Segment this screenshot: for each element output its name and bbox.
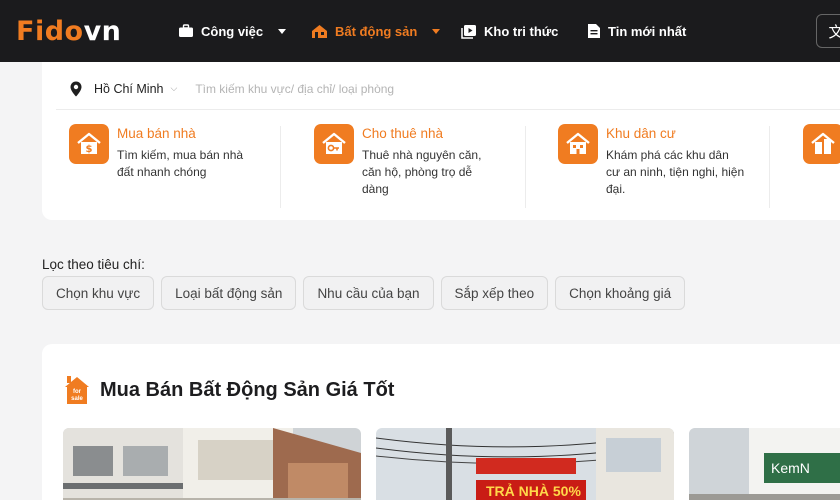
language-button[interactable]: 文 <box>816 14 840 48</box>
chevron-down-icon[interactable]: ⌵ <box>170 83 177 94</box>
for-sale-icon: for sale <box>64 374 90 406</box>
category-mua-ban-nha[interactable]: $ Mua bán nhà Tìm kiếm, mua bán nhà đất … <box>69 124 269 181</box>
chevron-down-icon <box>278 28 287 34</box>
listing-photo[interactable] <box>63 428 361 500</box>
category-title: Mua bán nhà <box>117 126 196 141</box>
location-pin-icon <box>70 81 82 96</box>
building-icon <box>803 124 840 164</box>
nav-item-label: Tin mới nhất <box>608 23 687 39</box>
nav-item-tin-moi-nhat[interactable]: Tin mới nhất <box>587 20 686 42</box>
filter-chips: Chọn khu vực Loại bất động sản Nhu cầu c… <box>42 276 686 310</box>
divider <box>525 126 526 208</box>
top-navigation-bar: Fido vn Công việc Bất động sản Kho tri th… <box>0 0 840 62</box>
key-house-icon <box>314 124 354 164</box>
listing-section: for sale Mua Bán Bất Động Sản Giá Tốt TR… <box>42 344 840 500</box>
nav-item-label: Công việc <box>201 23 264 39</box>
filter-chip-area[interactable]: Chọn khu vực <box>42 276 155 310</box>
listing-photo[interactable]: KemN <box>689 428 840 500</box>
photo-sign-text: KemN <box>771 460 810 476</box>
category-description: Khám phá các khu dân cư an ninh, tiện ng… <box>606 148 745 196</box>
filter-chip-price-range[interactable]: Chọn khoảng giá <box>555 276 686 310</box>
filter-chip-needs[interactable]: Nhu cầu của bạn <box>303 276 434 310</box>
category-khu-dan-cu[interactable]: Khu dân cư Khám phá các khu dân cư an ni… <box>558 124 758 198</box>
nav-item-cong-viec[interactable]: Công việc <box>178 20 287 42</box>
category-title: Cho thuê nhà <box>362 126 444 141</box>
nav-item-bat-dong-san[interactable]: Bất động sản <box>311 20 441 42</box>
for-sale-badge-text: for sale <box>71 389 83 402</box>
divider <box>280 126 281 208</box>
nav-item-kho-tri-thuc[interactable]: Kho tri thức <box>461 20 558 42</box>
category-description: Tìm kiếm, mua bán nhà đất nhanh chóng <box>117 148 244 179</box>
briefcase-icon <box>179 24 193 37</box>
svg-text:$: $ <box>86 144 93 155</box>
nav-item-label: Kho tri thức <box>484 23 559 39</box>
section-header: for sale Mua Bán Bất Động Sản Giá Tốt <box>64 374 394 406</box>
category-title: Khu dân cư <box>606 126 676 141</box>
residential-house-icon <box>558 124 598 164</box>
filter-heading: Lọc theo tiêu chí: <box>42 257 145 272</box>
dollar-house-icon: $ <box>69 124 109 164</box>
fidovn-logo[interactable]: Fido vn <box>16 14 121 48</box>
filter-chip-sort[interactable]: Sắp xếp theo <box>440 276 549 310</box>
document-icon <box>588 24 600 38</box>
search-input[interactable] <box>195 81 656 96</box>
translate-icon: 文 <box>828 23 840 41</box>
play-library-icon <box>461 24 476 39</box>
category-description: Thuê nhà nguyên căn, căn hộ, phòng trọ d… <box>362 148 482 196</box>
category-cho-thue-nha[interactable]: Cho thuê nhà Thuê nhà nguyên căn, căn hộ… <box>314 124 514 198</box>
search-card: Hồ Chí Minh ⌵ $ Mua bán nhà Tìm kiếm, mu… <box>42 62 840 220</box>
filter-chip-property-type[interactable]: Loại bất động sản <box>161 276 297 310</box>
house-icon <box>312 24 327 38</box>
search-bar: Hồ Chí Minh ⌵ <box>56 68 840 110</box>
nav-item-label: Bất động sản <box>335 23 418 39</box>
category-partial[interactable] <box>803 124 840 164</box>
listing-photo[interactable]: TRẢ NHÀ 50% <box>376 428 674 500</box>
divider <box>769 126 770 208</box>
location-selector[interactable]: Hồ Chí Minh <box>94 82 163 96</box>
chevron-down-icon <box>432 28 441 34</box>
section-title: Mua Bán Bất Động Sản Giá Tốt <box>100 378 395 401</box>
photo-sign-text: TRẢ NHÀ 50% <box>486 483 581 499</box>
